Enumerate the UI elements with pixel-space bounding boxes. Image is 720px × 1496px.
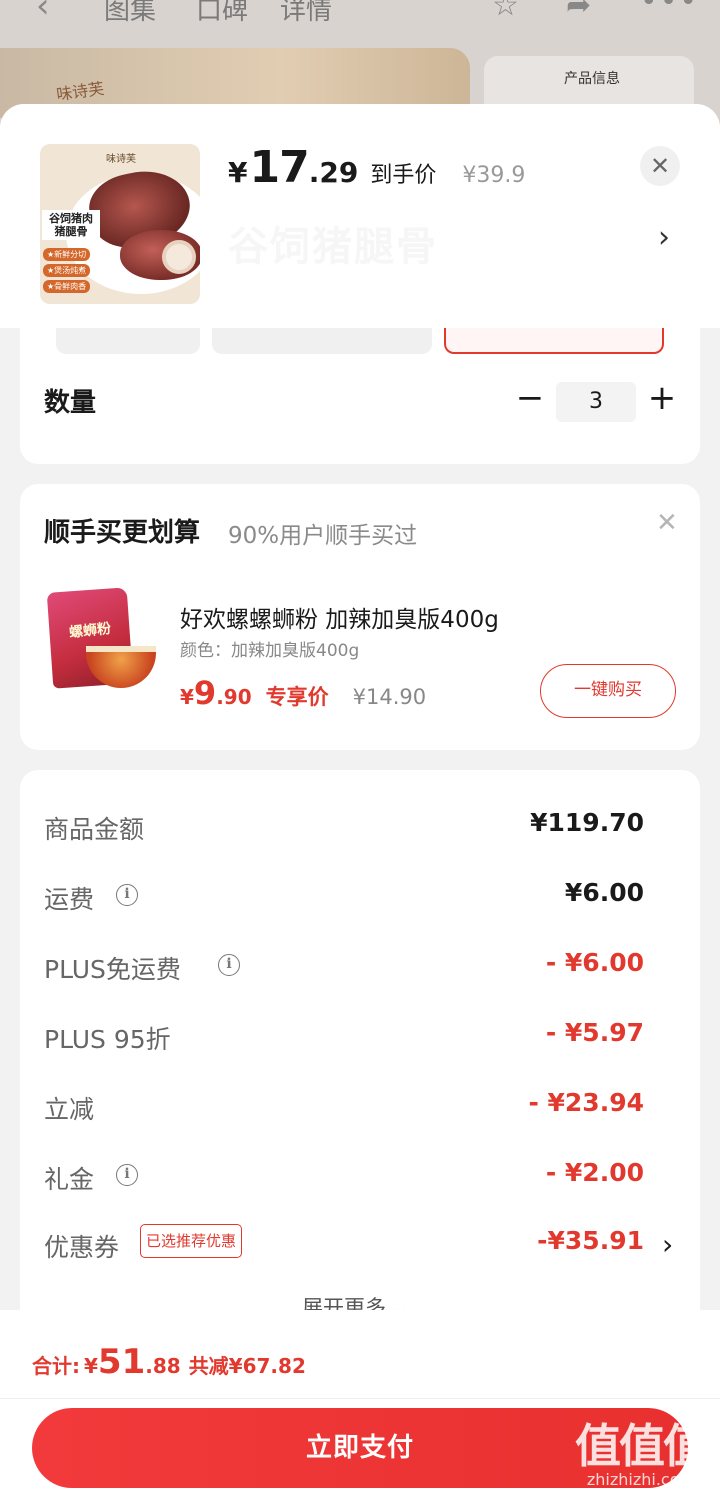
quantity-plus-button[interactable]: + <box>646 378 678 418</box>
thumbnail-bone <box>162 240 196 274</box>
addon-card: 顺手买更划算 90%用户顺手买过 ✕ 螺蛳粉 好欢螺螺蛳粉 加辣加臭版400g … <box>20 484 700 750</box>
product-thumbnail[interactable]: 味诗芙 谷饲猪肉 猪腿骨 ★新鲜分切 ★煲汤炖煮 ★骨鲜肉香 <box>40 144 200 304</box>
cost-label: PLUS免运费 <box>44 955 181 984</box>
cost-row: 礼金 i - ¥2.00 <box>44 1156 644 1196</box>
selected-spec[interactable]: 谷饲猪腿骨 <box>228 214 438 272</box>
quantity-minus-button[interactable]: − <box>514 378 546 418</box>
cost-value: - ¥2.00 <box>545 1158 644 1187</box>
cost-label: 商品金额 <box>44 815 145 844</box>
coupon-row[interactable]: 优惠券 已选推荐优惠 -¥35.91 <box>44 1224 644 1264</box>
chevron-right-icon[interactable]: › <box>662 1228 673 1261</box>
quantity-input[interactable]: 3 <box>556 382 636 422</box>
quantity-label: 数量 <box>44 388 97 418</box>
cost-label: 礼金 <box>44 1165 95 1194</box>
back-arrow-icon[interactable]: ‹ <box>36 0 50 26</box>
addon-price-decimal: .90 <box>216 685 252 709</box>
thumbnail-title: 谷饲猪肉 猪腿骨 <box>42 210 100 240</box>
cost-breakdown-card: 商品金额 ¥119.70 运费 i ¥6.00 PLUS免运费 i - ¥6.0… <box>20 770 700 1330</box>
cost-value: - ¥23.94 <box>528 1088 644 1117</box>
cost-value: - ¥6.00 <box>545 948 644 977</box>
thumbnail-tag: ★煲汤炖煮 <box>43 264 91 277</box>
cost-value: ¥6.00 <box>564 878 644 907</box>
cost-value: ¥119.70 <box>530 808 644 837</box>
total-label: 合计: <box>32 1354 80 1378</box>
more-dots-icon[interactable]: ••• <box>640 0 699 19</box>
cost-row: 立减 - ¥23.94 <box>44 1086 644 1126</box>
cost-row: PLUS 95折 - ¥5.97 <box>44 1016 644 1056</box>
addon-item-name[interactable]: 好欢螺螺蛳粉 加辣加臭版400g <box>180 600 499 634</box>
favorite-star-icon[interactable]: ☆ <box>492 0 519 23</box>
checkout-bar: 合计: ¥ 51 .88 共减¥67.82 立即支付 值值值 zhizhizhi… <box>0 1310 720 1496</box>
addon-subtitle: 90%用户顺手买过 <box>228 523 418 549</box>
tab-details[interactable]: 详情 <box>280 0 332 27</box>
cost-row: 商品金额 ¥119.70 <box>44 806 644 846</box>
addon-price: ¥ 9 .90 专享价 ¥14.90 <box>180 674 426 712</box>
price-currency: ¥ <box>228 156 248 189</box>
info-icon[interactable]: i <box>116 1164 138 1186</box>
cost-label: 立减 <box>44 1095 95 1124</box>
tab-reviews[interactable]: 口碑 <box>196 0 248 27</box>
divider <box>0 1398 720 1399</box>
tab-gallery[interactable]: 图集 <box>104 0 156 27</box>
addon-original-price: ¥14.90 <box>352 685 427 709</box>
addon-price-label: 专享价 <box>265 685 329 709</box>
price-integer: 17 <box>249 142 309 193</box>
addon-price-integer: 9 <box>193 674 217 712</box>
cost-row: 运费 i ¥6.00 <box>44 876 644 916</box>
total-currency: ¥ <box>84 1354 98 1378</box>
cost-value: - ¥5.97 <box>545 1018 644 1047</box>
coupon-tag: 已选推荐优惠 <box>140 1224 243 1258</box>
original-price: ¥39.9 <box>462 163 526 188</box>
addon-item-color: 颜色：加辣加臭版400g <box>180 641 360 661</box>
cost-label: PLUS 95折 <box>44 1025 171 1054</box>
addon-product-image[interactable]: 螺蛳粉 <box>46 587 158 694</box>
chevron-right-icon[interactable]: › <box>658 220 670 255</box>
addon-title: 顺手买更划算 <box>44 518 201 548</box>
product-price: ¥ 17 .29 到手价 ¥39.9 <box>228 142 525 193</box>
addon-close-icon[interactable]: ✕ <box>656 508 678 538</box>
background-brand-logo: 味诗芙 <box>55 78 106 105</box>
total-saved: 共减¥67.82 <box>188 1354 306 1378</box>
info-icon[interactable]: i <box>116 884 138 906</box>
product-header: 味诗芙 谷饲猪肉 猪腿骨 ★新鲜分切 ★煲汤炖煮 ★骨鲜肉香 ¥ 17 .29 … <box>0 104 720 328</box>
total-decimal: .88 <box>145 1354 181 1378</box>
close-button[interactable]: ✕ <box>640 146 680 186</box>
purchase-sheet: 味诗芙 谷饲猪肉 猪腿骨 ★新鲜分切 ★煲汤炖煮 ★骨鲜肉香 ¥ 17 .29 … <box>0 104 720 1496</box>
order-total: 合计: ¥ 51 .88 共减¥67.82 <box>32 1342 306 1382</box>
one-click-buy-button[interactable]: 一键购买 <box>540 664 676 718</box>
cost-row: PLUS免运费 i - ¥6.00 <box>44 946 644 986</box>
background-info-caption: 产品信息 <box>564 71 620 87</box>
watermark-site: zhizhizhi.com <box>586 1470 696 1489</box>
thumbnail-tag: ★骨鲜肉香 <box>43 280 91 293</box>
addon-price-currency: ¥ <box>180 685 194 709</box>
total-integer: 51 <box>97 1342 146 1382</box>
price-label: 到手价 <box>370 163 437 188</box>
cost-value: -¥35.91 <box>537 1226 644 1255</box>
watermark-logo: 值值值 <box>575 1419 709 1473</box>
background-nav: ‹ 图集 口碑 详情 ☆ ➦ ••• <box>0 0 720 40</box>
cost-label: 优惠券 <box>44 1233 120 1262</box>
thumbnail-brand: 味诗芙 <box>106 154 136 165</box>
share-icon[interactable]: ➦ <box>566 0 591 23</box>
thumbnail-tag: ★新鲜分切 <box>43 248 91 261</box>
info-icon[interactable]: i <box>218 954 240 976</box>
price-decimal: .29 <box>308 156 359 189</box>
cost-label: 运费 <box>44 885 95 914</box>
